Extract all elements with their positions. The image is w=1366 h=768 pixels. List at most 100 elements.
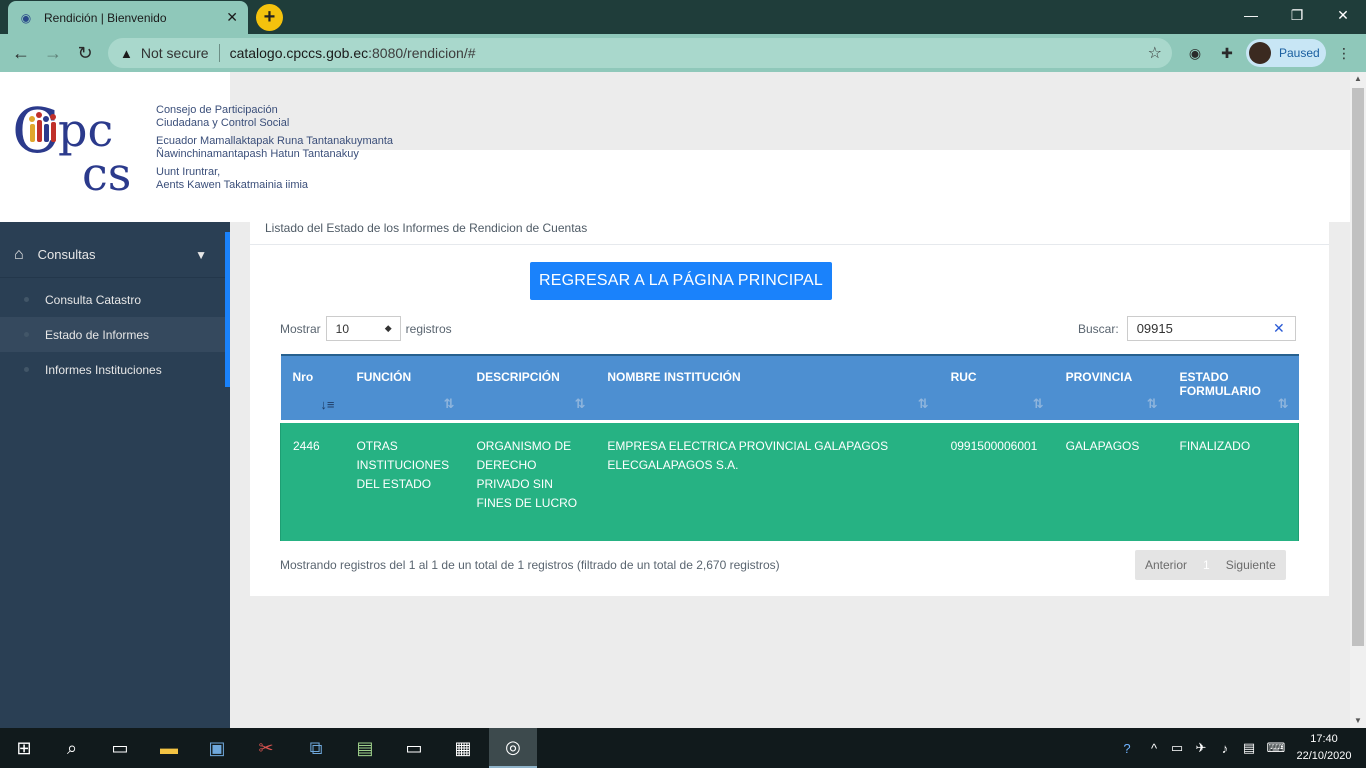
clock-date: 22/10/2020 [1296, 750, 1352, 762]
sidebar-item-consulta-catastro[interactable]: Consulta Catastro [0, 282, 225, 317]
cell-provincia: GALAPAGOS [1053, 421, 1168, 541]
home-icon: ⌂ [14, 245, 24, 263]
profile-button[interactable]: Paused [1246, 39, 1326, 67]
sidebar-item-informes-instituciones[interactable]: Informes Instituciones [0, 352, 225, 387]
avatar [1249, 42, 1271, 64]
back-arrow-icon[interactable]: ← [8, 40, 34, 66]
main-panel: Listado del Estado de los Informes de Re… [250, 206, 1329, 596]
page-title: Listado del Estado de los Informes de Re… [265, 221, 588, 235]
back-to-home-button[interactable]: REGRESAR A LA PÁGINA PRINCIPAL [530, 262, 832, 300]
new-tab-button[interactable]: + [256, 4, 283, 31]
sort-icon: ⇅ [1146, 395, 1158, 411]
browser-menu-icon[interactable]: ⋮ [1334, 43, 1354, 63]
table-info: Mostrando registros del 1 al 1 de un tot… [280, 558, 780, 572]
page-viewport: C pc cs Consejo de Participación Ciudada… [0, 72, 1350, 728]
address-bar[interactable]: ▲ Not secure catalogo.cpccs.gob.ec :8080… [108, 38, 1172, 68]
sort-icon: ⇅ [917, 395, 929, 411]
sort-icon: ⇅ [443, 395, 455, 411]
column-header-descripcion[interactable]: DESCRIPCIÓN ⇅ [464, 354, 596, 423]
column-header-provincia[interactable]: PROVINCIA ⇅ [1053, 354, 1168, 423]
minimize-icon[interactable]: — [1228, 0, 1274, 30]
remote-desktop-icon[interactable]: ▣ [193, 728, 241, 768]
system-app-icon[interactable]: ▤ [341, 728, 389, 768]
cpccs-logo-icon: C pc cs [12, 94, 131, 196]
column-header-funcion[interactable]: FUNCIÓN ⇅ [344, 354, 465, 423]
security-label: Not secure [140, 45, 209, 61]
logo-text: Consejo de Participación Ciudadana y Con… [156, 104, 394, 191]
search-input[interactable]: 09915 ✕ [1126, 316, 1296, 341]
pager-previous[interactable]: Anterior [1135, 550, 1197, 580]
tab-close-icon[interactable]: ✕ [226, 9, 238, 26]
sort-icon: ⇅ [1032, 395, 1044, 411]
sidebar-section-label: Consultas [37, 247, 96, 262]
windows-start-icon[interactable]: ⊞ [0, 728, 48, 768]
task-view-icon[interactable]: ▭ [96, 728, 144, 768]
results-table: Nro ↓≡ FUNCIÓN ⇅ DESCRIPCIÓN ⇅ NOMBRE INSTI… [280, 354, 1299, 541]
page-scrollbar[interactable]: ▲ ▼ [1350, 72, 1366, 728]
column-header-ruc[interactable]: RUC ⇅ [938, 354, 1054, 423]
cell-descripcion: ORGANISMO DE DERECHO PRIVADO SIN FINES D… [464, 421, 596, 541]
browser-tab[interactable]: ◉ Rendición | Bienvenido ✕ [8, 1, 248, 34]
profile-status: Paused [1279, 46, 1320, 60]
tray-chevron-up-icon[interactable]: ^ [1144, 728, 1164, 768]
browser-tab-bar: ◉ Rendición | Bienvenido ✕ + — ❐ ✕ [0, 0, 1366, 34]
search-icon[interactable]: ⌕ [48, 728, 96, 768]
extensions-puzzle-icon[interactable]: ✚ [1217, 43, 1237, 63]
cell-estado-formulario: FINALIZADO [1167, 421, 1299, 541]
windows-taskbar: ⊞ ⌕ ▭ ▬ ▣ ✂ ⧉ ▤ ▭ ▦ ◎ ? ^ ▭ ✈ ♪ ▤ ⌨ 17:4… [0, 728, 1366, 768]
search-control: Buscar: 09915 ✕ [1078, 316, 1296, 341]
taskbar-clock[interactable]: 17:40 22/10/2020 [1292, 731, 1356, 765]
cell-nombre-institucion: EMPRESA ELECTRICA PROVINCIAL GALAPAGOS E… [595, 421, 939, 541]
clock-time: 17:40 [1310, 733, 1338, 745]
network-app-icon[interactable]: ⧉ [292, 728, 340, 768]
help-icon[interactable]: ? [1114, 728, 1140, 768]
site-favicon-icon: ◉ [20, 10, 32, 25]
sort-icon: ⇅ [574, 395, 586, 411]
window-close-icon[interactable]: ✕ [1320, 0, 1366, 30]
site-header: C pc cs Consejo de Participación Ciudada… [0, 72, 1350, 222]
extension-circle-icon[interactable]: ◉ [1185, 43, 1205, 63]
svg-text:cs: cs [82, 147, 131, 196]
restore-icon[interactable]: ❐ [1274, 0, 1320, 30]
bookmark-star-icon[interactable]: ☆ [1148, 43, 1162, 63]
clear-search-icon[interactable]: ✕ [1273, 320, 1285, 337]
keyboard-icon[interactable]: ⌨ [1262, 728, 1290, 768]
sidebar-item-estado-informes[interactable]: Estado de Informes [0, 317, 225, 352]
column-header-nro[interactable]: Nro ↓≡ [280, 354, 345, 423]
pager-current-page[interactable]: 1 [1197, 550, 1216, 580]
battery-icon[interactable]: ▭ [1166, 728, 1188, 768]
reload-icon[interactable]: ↻ [72, 40, 98, 66]
forward-arrow-icon[interactable]: → [40, 40, 66, 66]
select-arrows-icon: ◆ [384, 323, 392, 333]
scroll-up-icon[interactable]: ▲ [1350, 72, 1366, 86]
airplane-mode-icon[interactable]: ✈ [1190, 728, 1212, 768]
pager-next[interactable]: Siguiente [1216, 550, 1286, 580]
sort-icon: ⇅ [1277, 395, 1289, 411]
cell-funcion: OTRAS INSTITUCIONES DEL ESTADO [344, 421, 465, 541]
file-explorer-icon[interactable]: ▬ [145, 728, 193, 768]
chrome-icon[interactable]: ◎ [489, 728, 537, 768]
tab-title: Rendición | Bienvenido [44, 10, 167, 25]
column-header-nombre-institucion[interactable]: NOMBRE INSTITUCIÓN ⇅ [595, 354, 939, 423]
browser-toolbar: ← → ↻ ▲ Not secure catalogo.cpccs.gob.ec… [0, 34, 1366, 72]
warning-icon: ▲ [120, 45, 133, 61]
chevron-down-icon: ▼ [195, 247, 207, 262]
cell-nro: 2446 [280, 421, 345, 541]
sort-asc-icon: ↓≡ [320, 396, 335, 412]
page-length-control: Mostrar 10 ◆ registros [280, 316, 452, 341]
column-header-estado-formulario[interactable]: ESTADO FORMULARIO ⇅ [1167, 354, 1299, 423]
calculator-icon[interactable]: ▦ [439, 728, 487, 768]
notification-settings-icon[interactable]: ▤ [1238, 728, 1260, 768]
table-row[interactable]: 2446 OTRAS INSTITUCIONES DEL ESTADO ORGA… [280, 421, 1299, 541]
url-host: catalogo.cpccs.gob.ec [229, 45, 369, 61]
snipping-tool-icon[interactable]: ✂ [242, 728, 290, 768]
scrollbar-thumb[interactable] [1352, 88, 1364, 646]
sidebar-section-consultas[interactable]: ⌂ Consultas ▼ [0, 232, 225, 278]
volume-icon[interactable]: ♪ [1214, 728, 1236, 768]
page-length-select[interactable]: 10 ◆ [325, 316, 401, 341]
url-path: :8080/rendicion/# [368, 45, 476, 61]
cell-ruc: 0991500006001 [938, 421, 1054, 541]
scroll-down-icon[interactable]: ▼ [1350, 714, 1366, 728]
sidebar: ⌂ Consultas ▼ Consulta Catastro Estado d… [0, 222, 230, 728]
terminal-icon[interactable]: ▭ [390, 728, 438, 768]
